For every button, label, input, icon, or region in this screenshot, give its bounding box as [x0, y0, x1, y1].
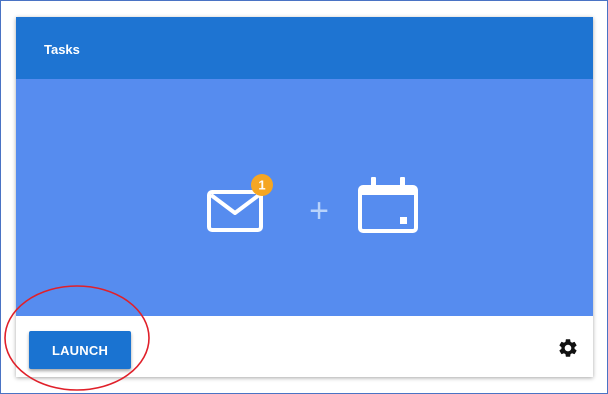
plus-sign: + — [309, 192, 329, 230]
gear-icon[interactable] — [557, 337, 579, 359]
card-hero-image: 1 + — [16, 79, 593, 316]
window-frame: Tasks 1 + LAUNCH — [0, 0, 608, 394]
badge-count: 1 — [258, 178, 265, 193]
calendar-icon — [358, 177, 418, 233]
card-title: Tasks — [44, 42, 80, 57]
tasks-card: Tasks 1 + LAUNCH — [16, 17, 593, 377]
notification-badge: 1 — [251, 174, 273, 196]
launch-button[interactable]: LAUNCH — [29, 331, 131, 369]
hero-illustration: 1 + — [207, 174, 418, 233]
card-footer: LAUNCH — [16, 316, 593, 377]
card-header: Tasks — [16, 17, 593, 79]
mail-icon — [207, 190, 263, 232]
